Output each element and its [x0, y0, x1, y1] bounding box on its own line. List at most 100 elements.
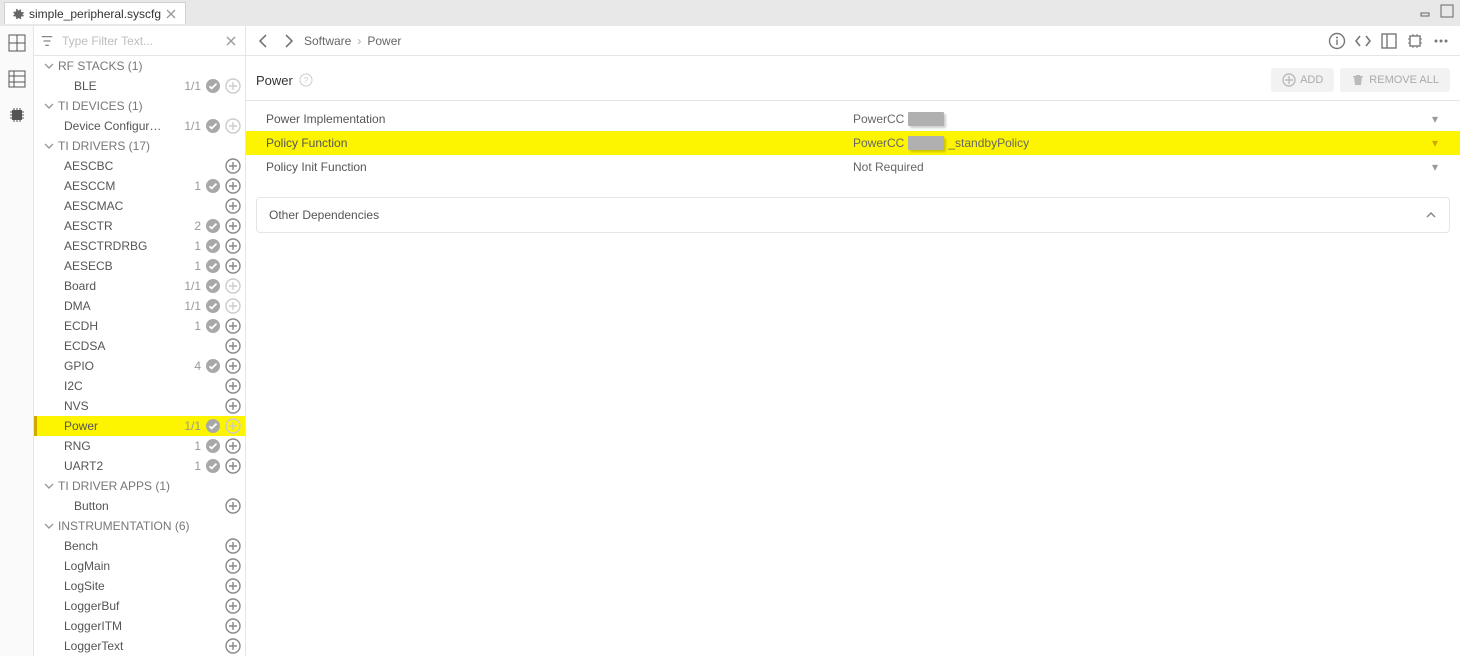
property-value[interactable]: PowerCC▾ — [853, 112, 1448, 126]
add-instance-icon[interactable] — [225, 398, 241, 414]
add-instance-icon[interactable] — [225, 578, 241, 594]
property-value[interactable]: Not Required▾ — [853, 160, 1448, 174]
add-button-label: ADD — [1300, 74, 1323, 86]
tree-item-label: LoggerBuf — [64, 599, 219, 613]
tree-group-header[interactable]: INSTRUMENTATION (6) — [34, 516, 245, 536]
tree-item[interactable]: GPIO4 — [34, 356, 245, 376]
add-instance-icon[interactable] — [225, 558, 241, 574]
rail-table-icon[interactable] — [8, 70, 26, 88]
tree-item[interactable]: Power1/1 — [34, 416, 245, 436]
add-instance-icon[interactable] — [225, 238, 241, 254]
add-instance-icon[interactable] — [225, 498, 241, 514]
tree[interactable]: RF STACKS (1)BLE1/1TI DEVICES (1)Device … — [34, 56, 245, 656]
tree-item[interactable]: Bench — [34, 536, 245, 556]
tree-item[interactable]: AESCTRDRBG1 — [34, 236, 245, 256]
tree-item[interactable]: AESCTR2 — [34, 216, 245, 236]
tree-group-header[interactable]: TI DEVICES (1) — [34, 96, 245, 116]
tree-item[interactable]: BLE1/1 — [34, 76, 245, 96]
remove-all-button[interactable]: REMOVE ALL — [1340, 68, 1450, 92]
tree-group-header[interactable]: RF STACKS (1) — [34, 56, 245, 76]
tree-item[interactable]: RNG1 — [34, 436, 245, 456]
help-icon[interactable]: ? — [299, 73, 313, 87]
more-icon[interactable] — [1432, 32, 1450, 50]
tree-item[interactable]: LoggerBuf — [34, 596, 245, 616]
tree-item[interactable]: AESCMAC — [34, 196, 245, 216]
tree-item-label: NVS — [64, 399, 219, 413]
tree-item[interactable]: NVS — [34, 396, 245, 416]
tree-item[interactable]: Board 1/1 — [34, 276, 245, 296]
layout-icon[interactable] — [1380, 32, 1398, 50]
breadcrumb-item[interactable]: Software — [304, 34, 351, 48]
tree-item-count: 1/1 — [184, 279, 201, 293]
tree-item[interactable]: ECDH1 — [34, 316, 245, 336]
add-instance-icon[interactable] — [225, 338, 241, 354]
svg-text:?: ? — [304, 76, 309, 85]
add-instance-icon[interactable] — [225, 158, 241, 174]
chip-settings-icon[interactable] — [1406, 32, 1424, 50]
tree-item[interactable]: LogSite — [34, 576, 245, 596]
dependencies-section[interactable]: Other Dependencies — [256, 197, 1450, 233]
close-icon[interactable] — [165, 8, 177, 20]
add-instance-icon[interactable] — [225, 418, 241, 434]
tree-item[interactable]: I2C — [34, 376, 245, 396]
filter-input[interactable] — [60, 33, 219, 49]
add-instance-icon[interactable] — [225, 218, 241, 234]
tree-item-label: Board — [64, 279, 178, 293]
filter-icon[interactable] — [40, 33, 54, 49]
check-icon — [205, 438, 221, 454]
add-instance-icon[interactable] — [225, 278, 241, 294]
rail-sections-icon[interactable] — [8, 34, 26, 52]
tree-item[interactable]: LoggerText — [34, 636, 245, 656]
maximize-icon[interactable] — [1440, 4, 1454, 18]
tree-group-header[interactable]: TI DRIVER APPS (1) — [34, 476, 245, 496]
breadcrumb: Software › Power — [304, 34, 401, 48]
rail-chip-icon[interactable] — [8, 106, 26, 124]
add-button[interactable]: ADD — [1271, 68, 1334, 92]
tree-item-label: I2C — [64, 379, 219, 393]
redacted-text — [908, 112, 944, 126]
tree-item-label: AESCMAC — [64, 199, 219, 213]
minimize-icon[interactable] — [1420, 4, 1434, 18]
tree-item[interactable]: AESECB1 — [34, 256, 245, 276]
add-instance-icon[interactable] — [225, 358, 241, 374]
tree-item[interactable]: AESCCM1 — [34, 176, 245, 196]
tree-item[interactable]: Device Configur…1/1 — [34, 116, 245, 136]
add-instance-icon[interactable] — [225, 458, 241, 474]
add-instance-icon[interactable] — [225, 598, 241, 614]
info-icon[interactable] — [1328, 32, 1346, 50]
property-row[interactable]: Power ImplementationPowerCC▾ — [246, 107, 1460, 131]
add-instance-icon[interactable] — [225, 298, 241, 314]
tree-item[interactable]: ECDSA — [34, 336, 245, 356]
tree-item[interactable]: Button — [34, 496, 245, 516]
check-icon — [205, 278, 221, 294]
tree-item-label: GPIO — [64, 359, 188, 373]
clear-filter-icon[interactable] — [225, 33, 237, 49]
tree-item[interactable]: LoggerITM — [34, 616, 245, 636]
code-icon[interactable] — [1354, 32, 1372, 50]
property-value[interactable]: PowerCC_standbyPolicy▾ — [853, 136, 1448, 150]
nav-back-icon[interactable] — [256, 33, 272, 49]
add-instance-icon[interactable] — [225, 618, 241, 634]
add-instance-icon[interactable] — [225, 198, 241, 214]
property-row[interactable]: Policy FunctionPowerCC_standbyPolicy▾ — [246, 131, 1460, 155]
remove-all-label: REMOVE ALL — [1369, 74, 1439, 86]
tree-item-count: 1 — [194, 439, 201, 453]
property-row[interactable]: Policy Init FunctionNot Required▾ — [246, 155, 1460, 179]
add-instance-icon[interactable] — [225, 378, 241, 394]
nav-forward-icon[interactable] — [280, 33, 296, 49]
add-instance-icon[interactable] — [225, 638, 241, 654]
add-instance-icon[interactable] — [225, 538, 241, 554]
add-instance-icon[interactable] — [225, 258, 241, 274]
tree-item[interactable]: DMA1/1 — [34, 296, 245, 316]
add-instance-icon[interactable] — [225, 78, 241, 94]
file-tab[interactable]: simple_peripheral.syscfg — [4, 2, 186, 24]
add-instance-icon[interactable] — [225, 318, 241, 334]
tree-group-header[interactable]: TI DRIVERS (17) — [34, 136, 245, 156]
tree-item[interactable]: LogMain — [34, 556, 245, 576]
tree-item[interactable]: UART21 — [34, 456, 245, 476]
add-instance-icon[interactable] — [225, 178, 241, 194]
add-instance-icon[interactable] — [225, 438, 241, 454]
tree-item[interactable]: AESCBC — [34, 156, 245, 176]
add-instance-icon[interactable] — [225, 118, 241, 134]
breadcrumb-item[interactable]: Power — [367, 34, 401, 48]
